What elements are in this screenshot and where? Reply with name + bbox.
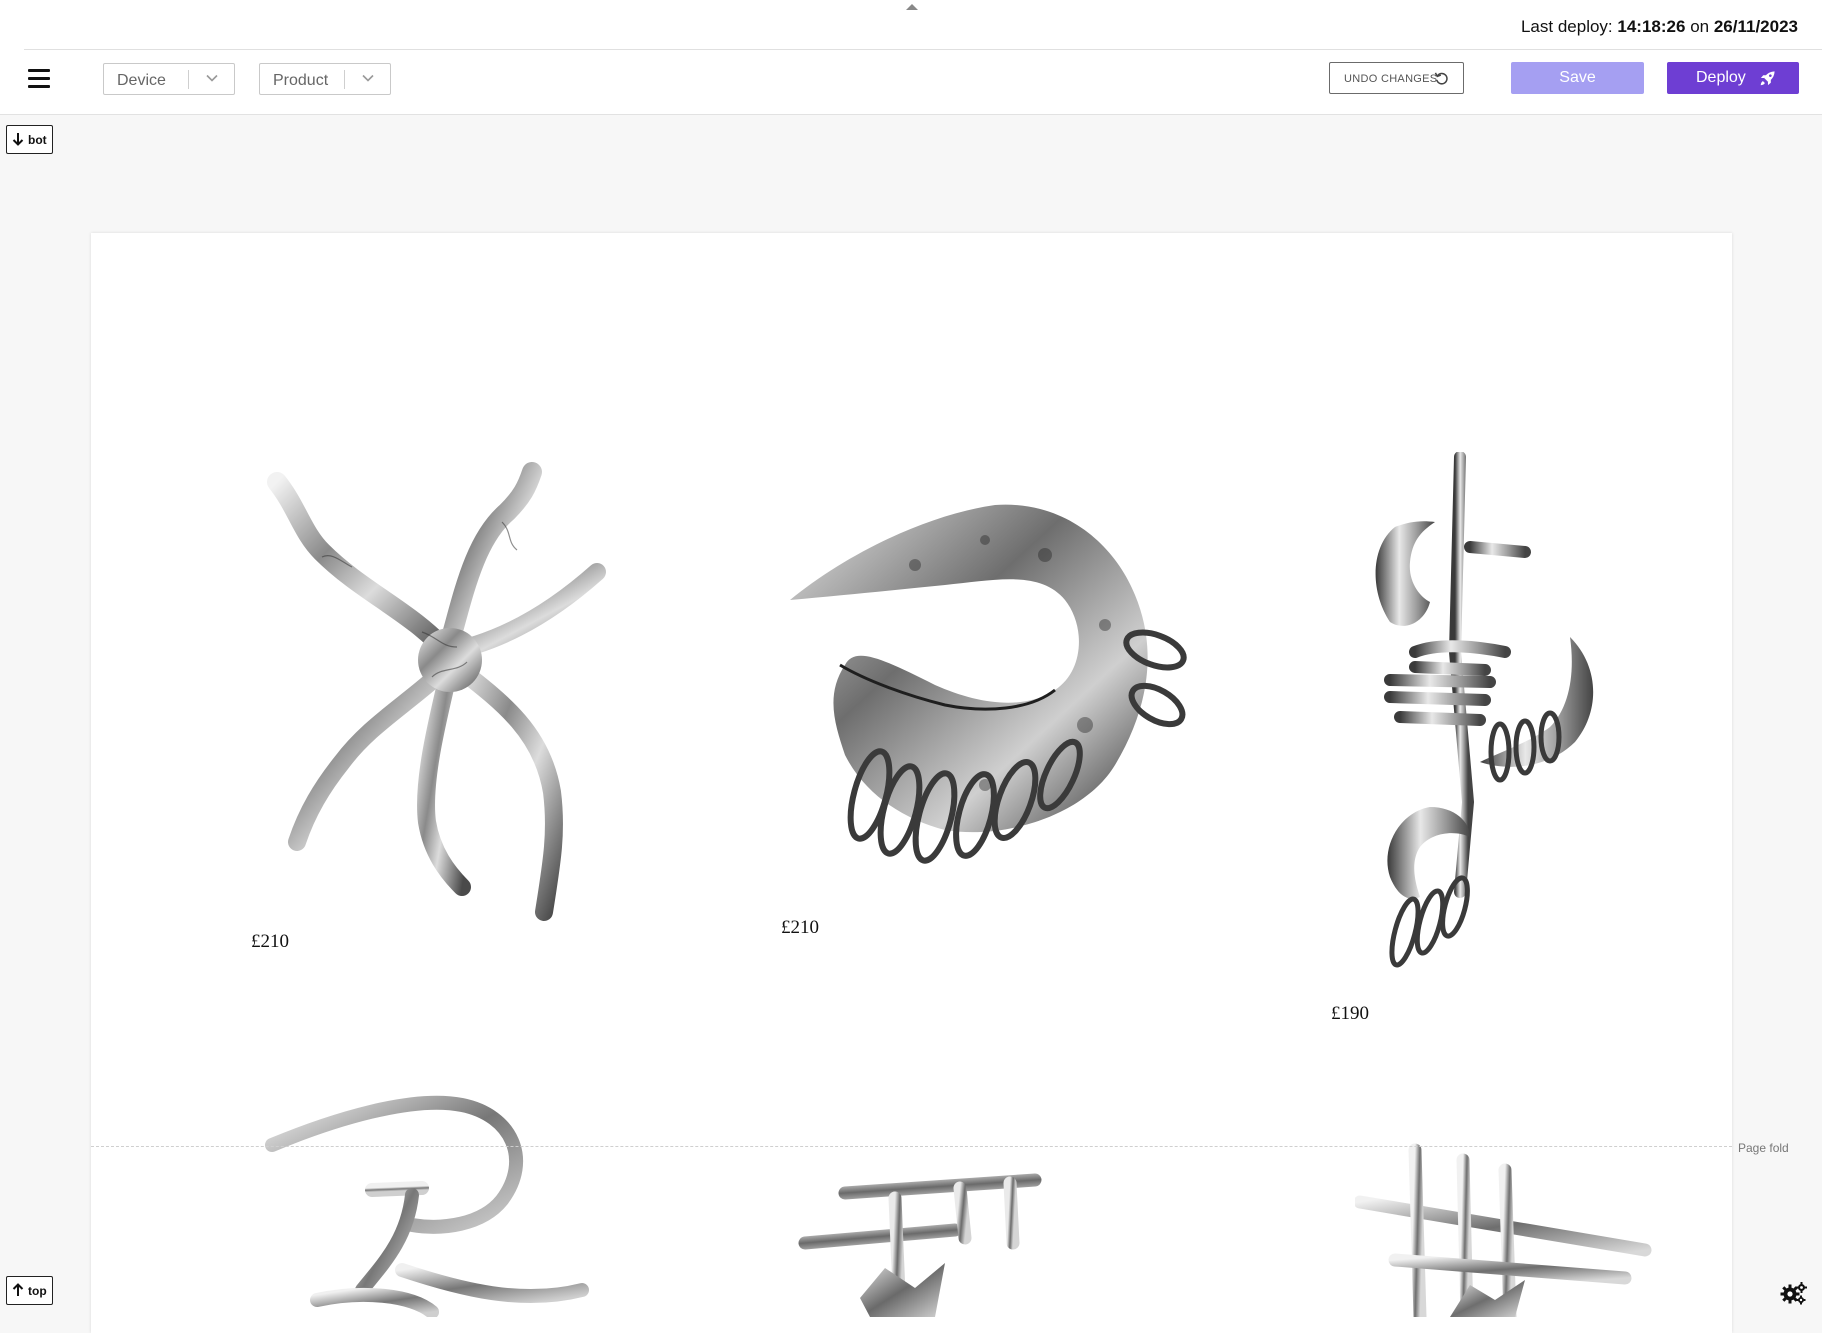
- product-photo-2: [790, 504, 1187, 864]
- toolbar-divider: [24, 49, 1822, 50]
- gears-settings-icon[interactable]: [1780, 1281, 1808, 1305]
- chevron-down-icon: [362, 74, 374, 82]
- deploy-label: Deploy: [1696, 69, 1746, 86]
- product-select-label: Product: [273, 72, 329, 89]
- product-price-1: £210: [251, 931, 289, 952]
- product-image-2[interactable]: [785, 495, 1235, 895]
- save-button[interactable]: Save: [1511, 62, 1644, 94]
- product-image-4[interactable]: [262, 1090, 632, 1317]
- select-divider: [344, 70, 345, 89]
- product-image-6[interactable]: [1355, 1140, 1655, 1317]
- last-deploy-on: on: [1690, 17, 1710, 36]
- arrow-down-icon: [12, 133, 24, 146]
- jump-top-label: top: [28, 1284, 47, 1298]
- select-divider: [188, 70, 189, 89]
- top-bar: Last deploy: 14:18:26 on 26/11/2023: [0, 0, 1822, 49]
- product-photo-1: [267, 462, 606, 921]
- last-deploy-time: 14:18:26: [1617, 17, 1686, 36]
- last-deploy-date: 26/11/2023: [1713, 17, 1798, 36]
- chevron-down-icon: [206, 74, 218, 82]
- product-image-5[interactable]: [795, 1168, 1045, 1317]
- product-select[interactable]: Product: [259, 63, 391, 95]
- product-photo-6: [1355, 1143, 1652, 1317]
- arrow-up-icon: [12, 1283, 24, 1296]
- undo-icon: [1434, 72, 1448, 85]
- collapse-caret-icon[interactable]: [906, 4, 918, 10]
- product-photo-5: [798, 1173, 1042, 1317]
- jump-bottom-label: bot: [28, 133, 47, 147]
- device-select[interactable]: Device: [103, 63, 235, 95]
- page-fold-line: [91, 1146, 1732, 1147]
- undo-changes-button[interactable]: UNDO CHANGES: [1329, 62, 1464, 94]
- product-photo-3: [1375, 452, 1594, 968]
- hamburger-menu-icon[interactable]: [28, 69, 50, 89]
- editor-toolbar: Device Product UNDO CHANGES Save Deploy: [0, 49, 1822, 115]
- product-price-2: £210: [781, 917, 819, 938]
- jump-to-top-button[interactable]: top: [6, 1276, 53, 1305]
- product-image-1[interactable]: [262, 462, 642, 922]
- page-fold-label: Page fold: [1738, 1141, 1789, 1155]
- device-select-label: Device: [117, 72, 166, 89]
- jump-to-bottom-button[interactable]: bot: [6, 125, 53, 154]
- product-image-3[interactable]: [1360, 452, 1620, 992]
- rocket-icon: [1760, 71, 1775, 86]
- last-deploy-info: Last deploy: 14:18:26 on 26/11/2023: [1521, 17, 1798, 37]
- deploy-button[interactable]: Deploy: [1667, 62, 1799, 94]
- product-photo-4: [265, 1095, 589, 1317]
- undo-changes-label: UNDO CHANGES: [1344, 73, 1438, 85]
- last-deploy-prefix: Last deploy:: [1520, 17, 1613, 36]
- product-price-3: £190: [1331, 1003, 1369, 1024]
